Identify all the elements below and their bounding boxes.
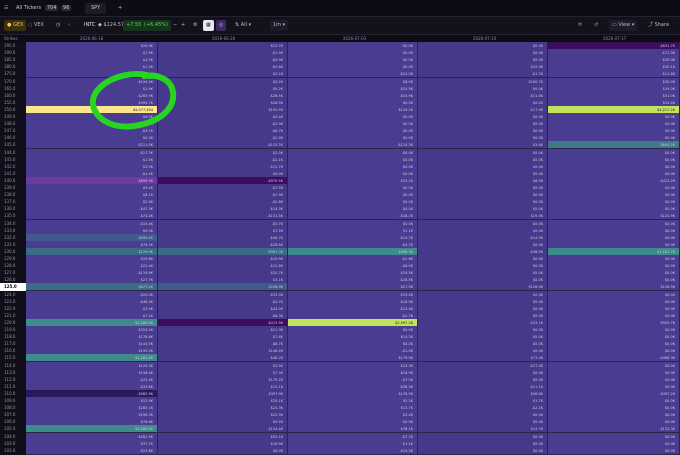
heatmap-cell[interactable]: $23.8K xyxy=(26,446,158,455)
interval-select[interactable]: 1m ▾ xyxy=(270,20,289,31)
heatmap-cell[interactable]: $0.0K xyxy=(548,446,680,455)
tab-bar: ☰ All Tickers 704 96 SPY + xyxy=(0,0,680,17)
view-label: View xyxy=(618,22,631,28)
tab-all-tickers[interactable]: All Tickers 704 96 xyxy=(16,3,72,14)
chart-view-icon[interactable]: ◎ xyxy=(216,20,227,31)
tab-count-badge: 704 xyxy=(44,5,59,11)
share-button[interactable]: ⤴ Share xyxy=(648,20,669,31)
ticker-symbol: INTC xyxy=(84,22,96,28)
table-view-icon[interactable]: ▦ xyxy=(203,20,214,31)
share-label: Share xyxy=(654,22,670,28)
clock-icon[interactable]: ◷ xyxy=(56,20,60,31)
tab-spy[interactable]: SPY xyxy=(85,3,107,14)
chevron-left-icon[interactable]: ‹ xyxy=(68,20,70,31)
heatmap-cell[interactable]: $6.0K xyxy=(158,446,288,455)
gex-toggle[interactable]: ● GEX xyxy=(4,20,27,31)
green-circle-annotation xyxy=(89,71,177,130)
date-header[interactable]: 2026-07-17 xyxy=(603,35,626,42)
tab-label: All Tickers xyxy=(16,5,42,11)
zoom-in-button[interactable]: + xyxy=(181,20,185,31)
app-window: ☰ All Tickers 704 96 SPY + ● GEX ◌ VEX ◷… xyxy=(0,0,680,455)
price-value: ◆ $124.57 xyxy=(98,22,125,28)
vex-toggle[interactable]: ◌ VEX xyxy=(28,20,44,31)
filter-label: All xyxy=(240,22,247,28)
gex-label: GEX xyxy=(12,22,24,28)
date-header[interactable]: 2026-06-26 xyxy=(212,35,235,42)
view-menu-button[interactable]: ▭ View ▾ xyxy=(609,20,638,31)
date-header[interactable]: 2026-06-18 xyxy=(80,35,103,42)
price-text: $124.57 xyxy=(103,22,125,28)
add-tab-button[interactable]: + xyxy=(118,3,122,14)
date-header[interactable]: 2026-07-10 xyxy=(473,35,496,42)
refresh-icon[interactable]: ⟳ xyxy=(578,20,582,31)
date-header[interactable]: 2026-07-03 xyxy=(343,35,366,42)
heatmap-cell[interactable]: $0.0K xyxy=(418,446,548,455)
change-pct-badge: (+6.45%) xyxy=(141,20,171,31)
toolbar: ● GEX ◌ VEX ◷ ‹ INTC ◆ $124.57 +7.55 (+6… xyxy=(0,17,680,35)
history-icon[interactable]: ↺ xyxy=(594,20,598,31)
heatmap-cell[interactable]: -$10.5K xyxy=(288,446,418,455)
vex-label: VEX xyxy=(33,22,44,28)
menu-icon[interactable]: ☰ xyxy=(4,3,8,14)
tab-badge: 96 xyxy=(61,5,72,11)
table-row: 102.0 $23.8K $6.0K -$10.5K $0.0K $0.0K xyxy=(0,446,680,455)
tab-label: SPY xyxy=(91,5,101,11)
interval-label: 1m xyxy=(273,22,282,28)
strikes-header: Strikes xyxy=(4,36,18,41)
gear-icon[interactable]: ⚙ xyxy=(193,20,197,31)
zoom-out-button[interactable]: − xyxy=(173,20,177,31)
filter-select[interactable]: ⇅ All ▾ xyxy=(235,20,251,31)
